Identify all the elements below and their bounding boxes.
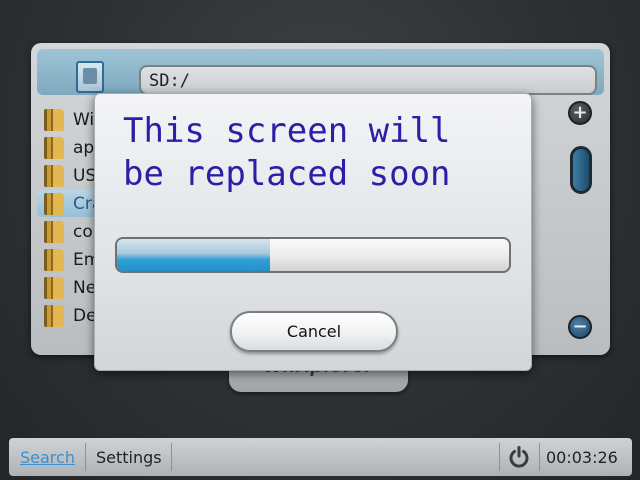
power-icon[interactable] (507, 445, 531, 469)
file-name: US (73, 165, 97, 186)
divider (539, 443, 540, 471)
folder-icon (44, 108, 64, 131)
divider (171, 443, 172, 471)
sd-card-icon[interactable] (76, 61, 104, 93)
scroll-down-button[interactable]: − (568, 315, 592, 339)
settings-button[interactable]: Settings (96, 438, 162, 476)
scrollbar[interactable]: + − (568, 101, 594, 339)
status-bar: Search Settings 00:03:26 (9, 438, 632, 476)
divider (499, 443, 500, 471)
path-field[interactable]: SD:/ (139, 65, 597, 95)
file-name: ap (73, 137, 95, 158)
search-button[interactable]: Search (20, 438, 75, 476)
progress-dialog: This screen will be replaced soon Cancel (94, 93, 532, 371)
dialog-message: This screen will be replaced soon (123, 110, 523, 196)
scroll-thumb[interactable] (570, 146, 592, 194)
progress-bar (115, 237, 511, 273)
file-name: Ne (73, 277, 97, 298)
scroll-up-button[interactable]: + (568, 101, 592, 125)
folder-icon (44, 220, 64, 243)
folder-icon (44, 136, 64, 159)
cancel-button[interactable]: Cancel (230, 311, 398, 352)
folder-icon (44, 192, 64, 215)
progress-fill (117, 239, 270, 271)
dialog-message-line-2: be replaced soon (123, 154, 451, 194)
folder-icon (44, 164, 64, 187)
folder-icon (44, 304, 64, 327)
folder-icon (44, 276, 64, 299)
divider (85, 443, 86, 471)
clock: 00:03:26 (546, 447, 618, 467)
path-bar: SD:/ (37, 49, 604, 95)
file-name: Wi (73, 109, 95, 130)
file-name: co (73, 221, 93, 242)
folder-icon (44, 248, 64, 271)
dialog-message-line-1: This screen will (123, 111, 451, 151)
